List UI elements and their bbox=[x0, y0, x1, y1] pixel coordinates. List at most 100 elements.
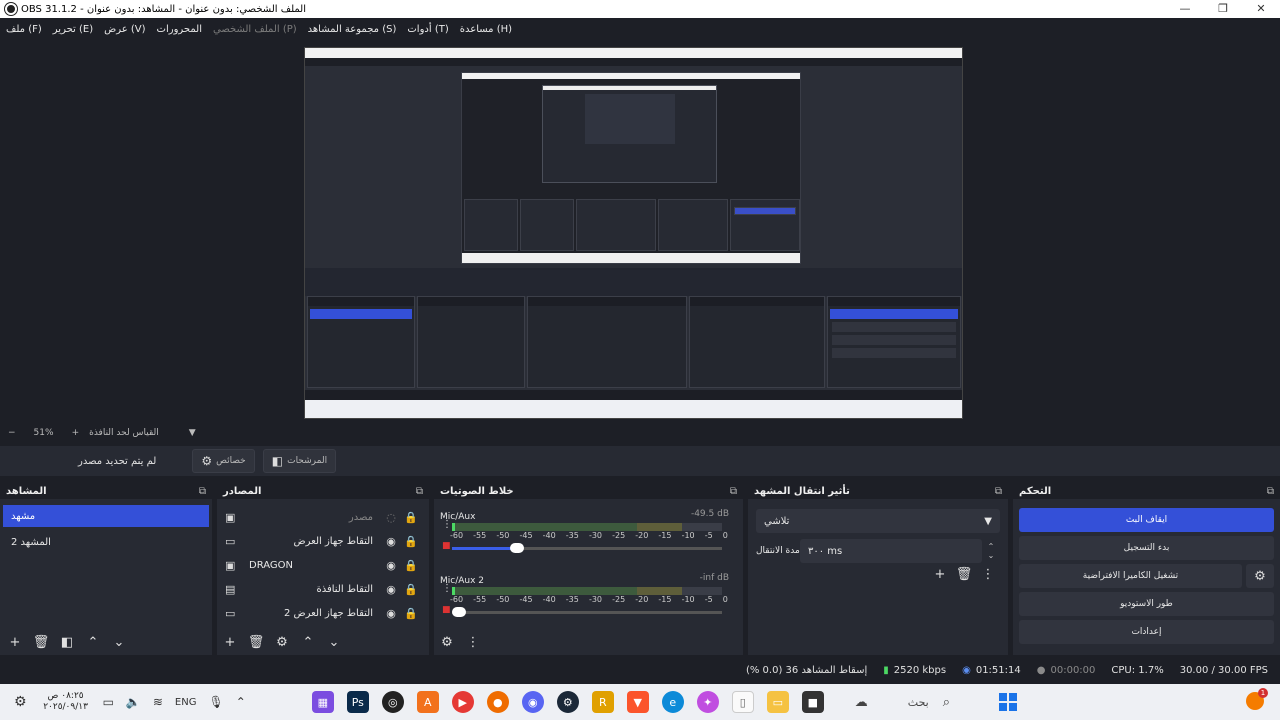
notification-icon[interactable]: 1 bbox=[1246, 688, 1268, 710]
menu-file[interactable]: ملف (F) bbox=[6, 24, 42, 35]
add-transition-icon[interactable]: + bbox=[928, 567, 952, 582]
stop-stream-button[interactable]: ايقاف البث bbox=[1019, 508, 1274, 532]
source-item[interactable]: ▣ DRAGON ◉ 🔒 bbox=[217, 553, 429, 577]
copilot-icon[interactable]: ✦ bbox=[696, 691, 719, 713]
undock-icon[interactable]: ⧉ bbox=[730, 486, 737, 497]
move-up-icon[interactable]: ⌃ bbox=[297, 635, 319, 650]
eye-hidden-icon[interactable]: ◌ bbox=[381, 511, 401, 524]
minimize-icon[interactable]: — bbox=[1166, 0, 1204, 18]
mixer-menu-icon[interactable]: ⋮ bbox=[462, 635, 484, 650]
zoom-dropdown-icon[interactable]: ▼ bbox=[189, 428, 196, 438]
menu-docks[interactable]: المحرورات bbox=[157, 24, 202, 35]
add-scene-icon[interactable]: + bbox=[4, 635, 26, 650]
folder-icon[interactable]: ▭ bbox=[766, 691, 789, 713]
eye-icon[interactable]: ◉ bbox=[381, 559, 401, 572]
discord-icon[interactable]: ◉ bbox=[521, 691, 544, 713]
meter-tick-label: -60 bbox=[450, 531, 464, 540]
preview-canvas[interactable] bbox=[304, 47, 963, 419]
meter-tick-label: -5 bbox=[704, 595, 713, 604]
menu-profile[interactable]: الملف الشخصي (P) bbox=[213, 24, 297, 35]
fit-to-window-label[interactable]: القياس لحد النافذة bbox=[89, 428, 159, 438]
lock-icon[interactable]: 🔒 bbox=[401, 607, 421, 620]
menu-tools[interactable]: أدوات (T) bbox=[407, 24, 448, 35]
photoshop-icon[interactable]: Ps bbox=[346, 691, 369, 713]
volume-slider[interactable] bbox=[452, 543, 722, 553]
microphone-icon[interactable]: 🎙 bbox=[208, 695, 223, 709]
advanced-audio-icon[interactable]: ⚙ bbox=[436, 635, 458, 650]
menu-edit[interactable]: تحرير (E) bbox=[53, 24, 93, 35]
file-icon[interactable]: ▯ bbox=[731, 691, 754, 713]
battery-icon[interactable]: ▭ bbox=[103, 695, 114, 709]
language-indicator[interactable]: ENG bbox=[175, 697, 197, 708]
windows-start-icon[interactable] bbox=[999, 693, 1017, 711]
remove-transition-icon[interactable]: 🗑 bbox=[952, 567, 976, 582]
app-dark-icon[interactable]: ■ bbox=[801, 691, 824, 713]
move-down-icon[interactable]: ⌄ bbox=[108, 635, 130, 650]
channel-menu-icon[interactable]: ⋮ bbox=[442, 519, 452, 530]
scene-item[interactable]: مشهد bbox=[3, 505, 209, 527]
properties-button[interactable]: ⚙ خصائص bbox=[192, 449, 255, 473]
meter-tick-label: -20 bbox=[635, 531, 649, 540]
transition-menu-icon[interactable]: ⋮ bbox=[976, 567, 1000, 582]
undock-icon[interactable]: ⧉ bbox=[1267, 486, 1274, 497]
eye-icon[interactable]: ◉ bbox=[381, 535, 401, 548]
channel-menu-icon[interactable]: ⋮ bbox=[442, 583, 452, 594]
source-item[interactable]: ▤ التقاط النافذة ◉ 🔒 bbox=[217, 577, 429, 601]
source-item[interactable]: ▭ التقاط جهاز العرض 2 ◉ 🔒 bbox=[217, 601, 429, 625]
zoom-out-icon[interactable]: − bbox=[8, 428, 16, 438]
eye-icon[interactable]: ◉ bbox=[381, 583, 401, 596]
chevron-up-icon[interactable]: ⌃ bbox=[236, 695, 246, 709]
close-icon[interactable]: ✕ bbox=[1242, 0, 1280, 18]
lock-icon[interactable]: 🔒 bbox=[401, 559, 421, 572]
studio-mode-button[interactable]: طور الاستوديو bbox=[1019, 592, 1274, 616]
start-recording-button[interactable]: بدء التسجيل bbox=[1019, 536, 1274, 560]
filters-button[interactable]: ◧ المرشحات bbox=[262, 449, 337, 473]
scene-filters-icon[interactable]: ◧ bbox=[56, 635, 78, 650]
app-tile-icon[interactable]: ▦ bbox=[311, 691, 334, 713]
taskbar-clock[interactable]: ٠٨:٢٥ ص ٢٠٢٥/٠٩/١٣ bbox=[41, 691, 91, 713]
app-yellow-icon[interactable]: R bbox=[591, 691, 614, 713]
gear-icon[interactable]: ⚙ bbox=[1246, 564, 1274, 588]
menu-help[interactable]: مساعدة (H) bbox=[460, 24, 512, 35]
duration-input[interactable]: ٣٠٠ ms bbox=[800, 539, 982, 563]
transition-select[interactable]: تلاشي ▼ bbox=[756, 509, 1000, 533]
app-orange2-icon[interactable]: ● bbox=[486, 691, 509, 713]
source-properties-icon[interactable]: ⚙ bbox=[271, 635, 293, 650]
lock-icon[interactable]: 🔒 bbox=[401, 511, 421, 524]
gear-icon[interactable]: ⚙ bbox=[14, 694, 27, 710]
lock-icon[interactable]: 🔒 bbox=[401, 535, 421, 548]
app-red-icon[interactable]: ▶ bbox=[451, 691, 474, 713]
image-icon: ▣ bbox=[225, 558, 236, 572]
virtual-camera-row: تشغيل الكاميرا الافتراضية ⚙ bbox=[1019, 564, 1274, 588]
obs-app-icon[interactable]: ◎ bbox=[381, 691, 404, 713]
wifi-icon[interactable]: ≋ bbox=[153, 695, 163, 709]
virtual-camera-button[interactable]: تشغيل الكاميرا الافتراضية bbox=[1019, 564, 1242, 588]
maximize-icon[interactable]: ❐ bbox=[1204, 0, 1242, 18]
remove-source-icon[interactable]: 🗑 bbox=[245, 635, 267, 650]
edge-icon[interactable]: e bbox=[661, 691, 684, 713]
steam-icon[interactable]: ⚙ bbox=[556, 691, 579, 713]
scene-item[interactable]: المشهد 2 bbox=[3, 531, 209, 553]
taskbar-search[interactable]: ☁ بحث ⌕ bbox=[855, 695, 950, 710]
add-source-icon[interactable]: + bbox=[219, 635, 241, 650]
volume-slider[interactable] bbox=[452, 607, 722, 617]
undock-icon[interactable]: ⧉ bbox=[199, 486, 206, 497]
record-time: 00:00:00 bbox=[1050, 664, 1096, 676]
undock-icon[interactable]: ⧉ bbox=[995, 486, 1002, 497]
duration-stepper[interactable]: ⌃ ⌄ bbox=[982, 542, 1000, 560]
menu-view[interactable]: عرض (V) bbox=[104, 24, 145, 35]
source-item[interactable]: ▣ مصدر ◌ 🔒 bbox=[217, 505, 429, 529]
move-down-icon[interactable]: ⌄ bbox=[323, 635, 345, 650]
menu-scene-collection[interactable]: مجموعة المشاهد (S) bbox=[308, 24, 397, 35]
zoom-in-icon[interactable]: + bbox=[72, 428, 80, 438]
app-orange-icon[interactable]: A bbox=[416, 691, 439, 713]
brave-icon[interactable]: ▼ bbox=[626, 691, 649, 713]
lock-icon[interactable]: 🔒 bbox=[401, 583, 421, 596]
volume-icon[interactable]: 🔈 bbox=[126, 695, 141, 709]
source-item[interactable]: ▭ التقاط جهاز العرض ◉ 🔒 bbox=[217, 529, 429, 553]
move-up-icon[interactable]: ⌃ bbox=[82, 635, 104, 650]
undock-icon[interactable]: ⧉ bbox=[416, 486, 423, 497]
eye-icon[interactable]: ◉ bbox=[381, 607, 401, 620]
settings-button[interactable]: إعدادات bbox=[1019, 620, 1274, 644]
remove-scene-icon[interactable]: 🗑 bbox=[30, 635, 52, 650]
